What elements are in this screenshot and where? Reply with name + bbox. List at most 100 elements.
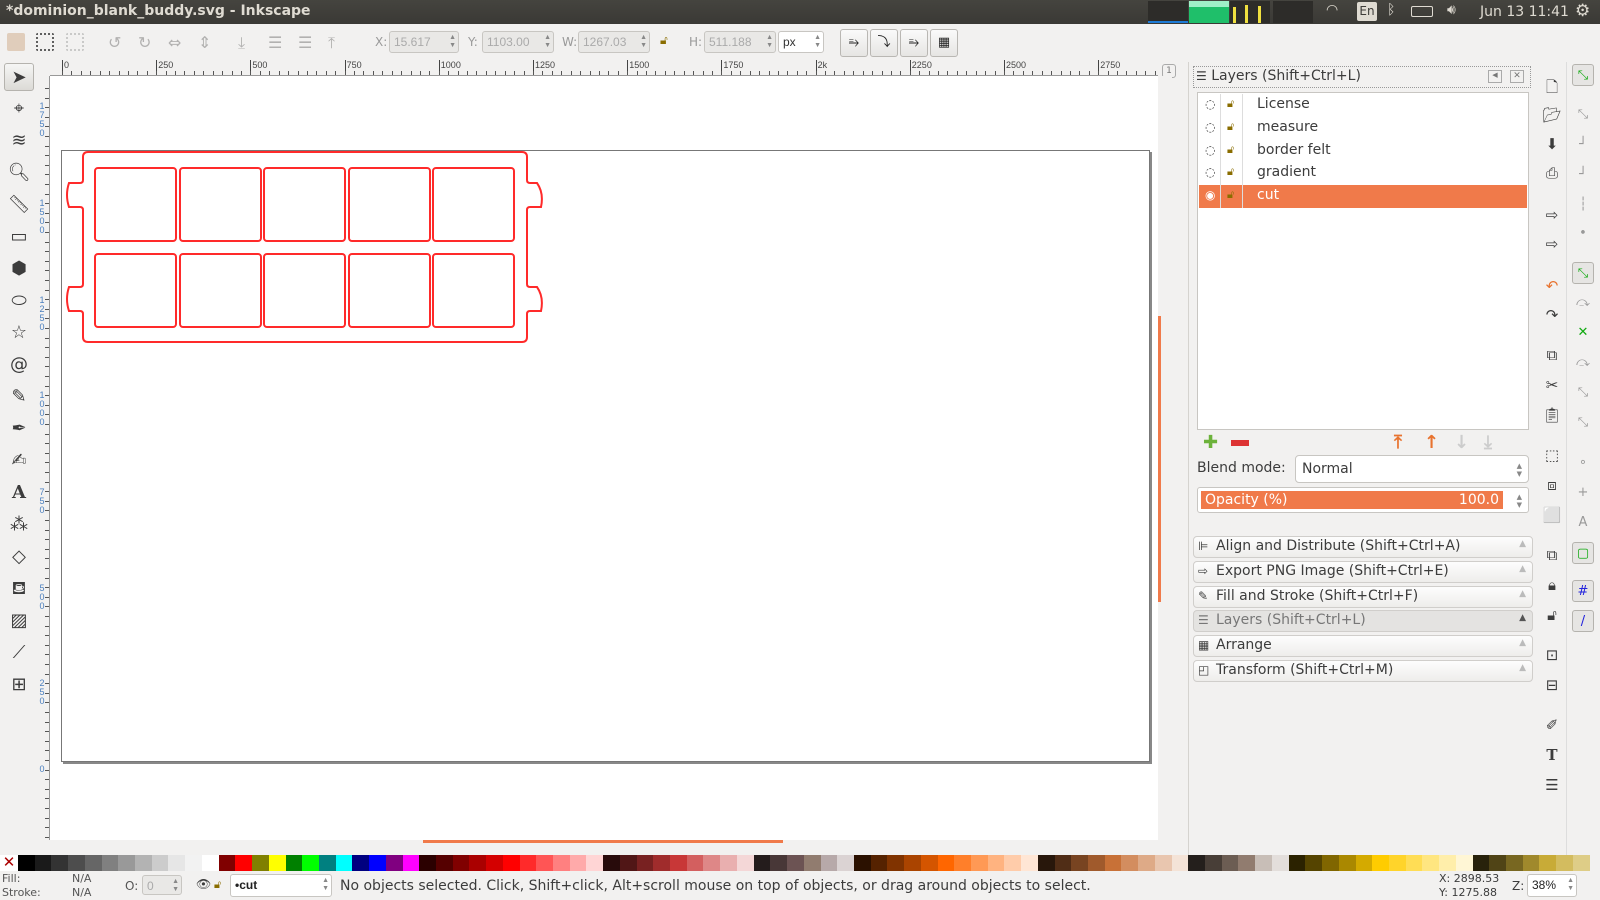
- color-swatch[interactable]: [68, 855, 85, 871]
- clone-icon[interactable]: 🔒︎: [1541, 574, 1563, 596]
- color-swatch[interactable]: [653, 855, 671, 871]
- zoom-selection-icon[interactable]: ⬚: [1541, 444, 1563, 466]
- color-swatch[interactable]: [1205, 855, 1222, 871]
- lower-layer-button[interactable]: ↓: [1454, 432, 1469, 453]
- opacity-field[interactable]: 0 ▲ ▼: [142, 875, 182, 895]
- cell-outline[interactable]: [179, 167, 262, 242]
- eye-open-icon[interactable]: ◉: [1205, 188, 1215, 202]
- color-swatch[interactable]: [235, 855, 253, 871]
- snap-cusp-icon[interactable]: ⤼: [1572, 352, 1594, 374]
- system-monitor-graph[interactable]: [1148, 1, 1313, 23]
- ellipse-tool[interactable]: ⬭: [4, 287, 34, 315]
- rotate-cw-icon[interactable]: ↻: [138, 33, 156, 52]
- undo-icon[interactable]: ↶: [1541, 275, 1563, 297]
- color-swatch[interactable]: [1489, 855, 1506, 871]
- wifi-icon[interactable]: ◠: [1326, 2, 1338, 18]
- cell-outline[interactable]: [348, 253, 431, 328]
- snap-bbox-midpoint-icon[interactable]: ┆: [1572, 194, 1594, 216]
- unlock-icon[interactable]: 🔓︎: [1227, 97, 1234, 111]
- color-swatch[interactable]: [34, 855, 52, 871]
- color-swatch[interactable]: [1188, 855, 1206, 871]
- color-swatch[interactable]: [1104, 855, 1122, 871]
- remove-layer-button[interactable]: [1231, 432, 1249, 446]
- bluetooth-icon[interactable]: ᛒ: [1387, 2, 1395, 18]
- snap-grid-icon[interactable]: #: [1572, 580, 1594, 602]
- cell-outline[interactable]: [263, 167, 346, 242]
- color-swatch[interactable]: [1271, 855, 1289, 871]
- color-swatch[interactable]: [753, 855, 771, 871]
- color-swatch[interactable]: [904, 855, 921, 871]
- duplicate-icon[interactable]: ⧉: [1541, 544, 1563, 566]
- expand-arrow-icon[interactable]: ▲: [1519, 564, 1526, 574]
- color-swatch[interactable]: [502, 855, 520, 871]
- color-swatch[interactable]: [1305, 855, 1323, 871]
- color-swatch[interactable]: [1171, 855, 1189, 871]
- text-font-icon[interactable]: T: [1541, 744, 1563, 766]
- color-swatch[interactable]: [1472, 855, 1490, 871]
- expand-arrow-icon[interactable]: ▲: [1519, 539, 1526, 549]
- snap-toggle-icon[interactable]: ⤡: [1572, 64, 1594, 86]
- snap-smooth-icon[interactable]: ⤡: [1572, 382, 1594, 404]
- lock-proportions-icon[interactable]: 🔓︎: [660, 33, 668, 48]
- import-icon[interactable]: ⇨: [1541, 204, 1563, 226]
- color-swatch[interactable]: [703, 855, 721, 871]
- color-swatch[interactable]: [920, 855, 938, 871]
- layers-icon[interactable]: ☰: [1541, 774, 1563, 796]
- y-field[interactable]: 1103.00 ▲ ▼: [482, 31, 554, 53]
- copy-icon[interactable]: ⧉: [1541, 344, 1563, 366]
- scale-stroke-button[interactable]: ⥱: [840, 29, 868, 57]
- new-doc-icon[interactable]: 🗋: [1541, 76, 1563, 98]
- color-swatch[interactable]: [1037, 855, 1055, 871]
- color-swatch[interactable]: [686, 855, 704, 871]
- horizontal-scroll-thumb[interactable]: [423, 840, 783, 843]
- cell-outline[interactable]: [348, 167, 431, 242]
- deselect-icon[interactable]: [66, 33, 84, 51]
- dropper-tool[interactable]: ⟋: [4, 639, 34, 667]
- color-swatch[interactable]: [1054, 855, 1072, 871]
- color-swatch[interactable]: [853, 855, 871, 871]
- cell-outline[interactable]: [432, 253, 515, 328]
- color-swatch[interactable]: [1004, 855, 1022, 871]
- unlock-icon[interactable]: 🔓︎: [1227, 143, 1234, 157]
- keyboard-layout-indicator[interactable]: En: [1357, 2, 1377, 21]
- eye-closed-icon[interactable]: ◌: [1205, 97, 1215, 111]
- current-layer-select[interactable]: •cut ▲ ▼: [230, 874, 332, 897]
- color-swatch[interactable]: [1154, 855, 1172, 871]
- snap-bbox-edge-icon[interactable]: ┘: [1572, 134, 1594, 156]
- color-swatch[interactable]: [51, 855, 69, 871]
- stroke-value[interactable]: N/A: [72, 886, 91, 899]
- snap-page-icon[interactable]: ▢: [1572, 542, 1594, 564]
- transform-patterns-button[interactable]: ▦: [930, 29, 958, 57]
- color-swatch[interactable]: [603, 855, 620, 871]
- color-swatch[interactable]: [1088, 855, 1105, 871]
- transform-gradients-button[interactable]: ⥱: [900, 29, 928, 57]
- cell-outline[interactable]: [263, 253, 346, 328]
- horizontal-scrollbar[interactable]: [50, 840, 1172, 854]
- color-swatch[interactable]: [1071, 855, 1088, 871]
- dialog-tab[interactable]: ✎ Fill and Stroke (Shift+Ctrl+F) ▲: [1193, 585, 1533, 608]
- unlock-icon[interactable]: 🔓︎: [1227, 188, 1234, 202]
- color-swatch[interactable]: [1121, 855, 1139, 871]
- eye-closed-icon[interactable]: ◌: [1205, 165, 1215, 179]
- color-swatch[interactable]: [135, 855, 152, 871]
- opacity-slider[interactable]: Opacity (%) 100.0 ▲ ▼: [1197, 487, 1529, 513]
- layer-to-bottom-button[interactable]: ⤓: [1484, 432, 1492, 453]
- color-swatch[interactable]: [970, 855, 988, 871]
- color-swatch[interactable]: [1322, 855, 1339, 871]
- paste-icon[interactable]: 📋︎: [1541, 404, 1563, 426]
- expand-arrow-icon[interactable]: ▲: [1519, 589, 1526, 599]
- add-layer-button[interactable]: ✚: [1203, 432, 1218, 453]
- fill-value[interactable]: N/A: [72, 872, 91, 885]
- color-swatch[interactable]: [586, 855, 604, 871]
- text-tool[interactable]: A: [4, 479, 34, 507]
- snap-midpoint-icon[interactable]: ⤡: [1572, 412, 1594, 434]
- snap-intersection-icon[interactable]: ✕: [1572, 322, 1594, 344]
- layer-visibility-icon[interactable]: 👁︎: [196, 877, 211, 891]
- flip-vertical-icon[interactable]: ⇕: [198, 33, 216, 52]
- color-swatch[interactable]: [1338, 855, 1356, 871]
- color-swatch[interactable]: [101, 855, 119, 871]
- color-swatch[interactable]: [385, 855, 403, 871]
- color-swatch[interactable]: [720, 855, 737, 871]
- dialog-tab[interactable]: ☰ Layers (Shift+Ctrl+L) ▲: [1193, 610, 1533, 633]
- pen-tool[interactable]: ✒: [4, 415, 34, 443]
